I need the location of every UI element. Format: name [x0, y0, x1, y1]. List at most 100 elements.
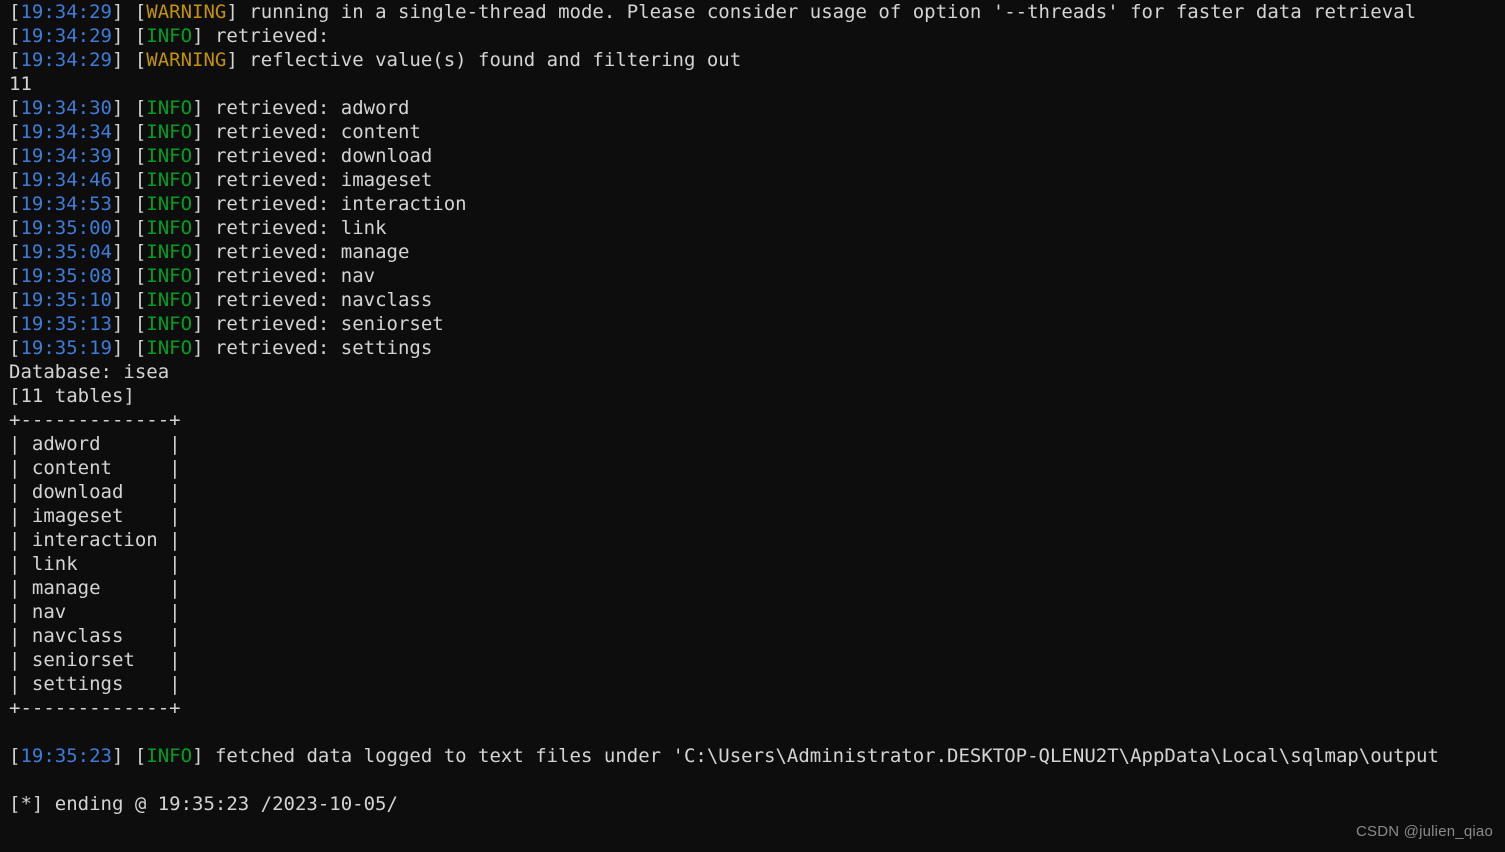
bracket-close-2: ]	[192, 193, 215, 215]
log-line: [19:35:19] [INFO] retrieved: settings	[0, 336, 1505, 360]
bracket-close-2: ]	[192, 25, 215, 47]
output-line: [*] ending @ 19:35:23 /2023-10-05/	[0, 792, 1505, 816]
log-timestamp: 19:35:23	[20, 745, 112, 767]
output-text: Database: isea	[9, 361, 170, 383]
bracket-close: ] [	[111, 241, 147, 263]
log-message: retrieved: manage	[214, 241, 410, 263]
bracket-close: ] [	[111, 313, 147, 335]
output-text: 11	[9, 73, 32, 95]
log-message: retrieved: navclass	[214, 289, 433, 311]
log-line: [19:35:10] [INFO] retrieved: navclass	[0, 288, 1505, 312]
log-level: INFO	[146, 313, 193, 335]
bracket-open: [	[9, 169, 21, 191]
log-level: INFO	[146, 145, 193, 167]
output-line: | nav |	[0, 600, 1505, 624]
log-level: WARNING	[146, 1, 227, 23]
log-line: [19:35:13] [INFO] retrieved: seniorset	[0, 312, 1505, 336]
output-text: +-------------+	[9, 409, 181, 431]
log-message: retrieved: link	[214, 217, 387, 239]
log-level: INFO	[146, 169, 193, 191]
log-timestamp: 19:35:19	[20, 337, 112, 359]
log-line: [19:35:00] [INFO] retrieved: link	[0, 216, 1505, 240]
log-message: fetched data logged to text files under …	[214, 745, 1439, 767]
log-timestamp: 19:35:13	[20, 313, 112, 335]
terminal-output[interactable]: [19:34:29] [WARNING] running in a single…	[0, 0, 1505, 852]
bracket-open: [	[9, 265, 21, 287]
output-line: | adword |	[0, 432, 1505, 456]
bracket-close: ] [	[111, 97, 147, 119]
bracket-close: ] [	[111, 217, 147, 239]
bracket-open: [	[9, 241, 21, 263]
log-line: [19:34:53] [INFO] retrieved: interaction	[0, 192, 1505, 216]
log-line: [19:35:08] [INFO] retrieved: nav	[0, 264, 1505, 288]
output-line: Database: isea	[0, 360, 1505, 384]
output-line: | interaction |	[0, 528, 1505, 552]
bracket-open: [	[9, 289, 21, 311]
output-text: | nav |	[9, 601, 181, 623]
log-timestamp: 19:34:34	[20, 121, 112, 143]
output-line: | content |	[0, 456, 1505, 480]
bracket-open: [	[9, 217, 21, 239]
log-message: retrieved: content	[214, 121, 421, 143]
output-line: +-------------+	[0, 696, 1505, 720]
bracket-close: ] [	[111, 289, 147, 311]
log-line: [19:34:34] [INFO] retrieved: content	[0, 120, 1505, 144]
bracket-open: [	[9, 145, 21, 167]
bracket-open: [	[9, 121, 21, 143]
log-message: reflective value(s) found and filtering …	[249, 49, 742, 71]
bracket-open: [	[9, 745, 21, 767]
output-line: | manage |	[0, 576, 1505, 600]
log-message: retrieved:	[214, 25, 330, 47]
csdn-watermark: CSDN @julien_qiao	[1355, 823, 1493, 840]
log-line: [19:34:46] [INFO] retrieved: imageset	[0, 168, 1505, 192]
bracket-close: ] [	[111, 121, 147, 143]
log-line: [19:35:04] [INFO] retrieved: manage	[0, 240, 1505, 264]
output-line: | imageset |	[0, 504, 1505, 528]
log-level: INFO	[146, 25, 193, 47]
output-text: | link |	[9, 553, 181, 575]
output-line: [11 tables]	[0, 384, 1505, 408]
bracket-close-2: ]	[192, 145, 215, 167]
bracket-close-2: ]	[192, 97, 215, 119]
output-text: [11 tables]	[9, 385, 135, 407]
log-timestamp: 19:34:29	[20, 25, 112, 47]
output-text: | imageset |	[9, 505, 181, 527]
bracket-close: ] [	[111, 25, 147, 47]
bracket-close: ] [	[111, 337, 147, 359]
log-level: INFO	[146, 217, 193, 239]
log-line: [19:35:23] [INFO] fetched data logged to…	[0, 744, 1505, 768]
output-text: | interaction |	[9, 529, 181, 551]
bracket-close-2: ]	[192, 289, 215, 311]
log-line: [19:34:39] [INFO] retrieved: download	[0, 144, 1505, 168]
output-line: 11	[0, 72, 1505, 96]
output-line: | navclass |	[0, 624, 1505, 648]
log-timestamp: 19:35:00	[20, 217, 112, 239]
bracket-open: [	[9, 193, 21, 215]
log-line: [19:34:29] [INFO] retrieved:	[0, 24, 1505, 48]
log-timestamp: 19:34:29	[20, 1, 112, 23]
log-message: retrieved: download	[214, 145, 433, 167]
log-message: retrieved: settings	[214, 337, 433, 359]
log-level: INFO	[146, 193, 193, 215]
bracket-open: [	[9, 25, 21, 47]
output-text: +-------------+	[9, 697, 181, 719]
bracket-close: ] [	[111, 169, 147, 191]
log-level: WARNING	[146, 49, 227, 71]
bracket-close-2: ]	[192, 265, 215, 287]
output-text: | settings |	[9, 673, 181, 695]
log-timestamp: 19:34:30	[20, 97, 112, 119]
log-timestamp: 19:34:46	[20, 169, 112, 191]
log-timestamp: 19:34:39	[20, 145, 112, 167]
log-level: INFO	[146, 121, 193, 143]
bracket-open: [	[9, 1, 21, 23]
bracket-close-2: ]	[192, 745, 215, 767]
log-line: [19:34:29] [WARNING] running in a single…	[0, 0, 1505, 24]
bracket-open: [	[9, 49, 21, 71]
log-message: retrieved: seniorset	[214, 313, 444, 335]
bracket-close-2: ]	[226, 49, 250, 71]
log-message: retrieved: interaction	[214, 193, 467, 215]
bracket-close: ] [	[111, 193, 147, 215]
bracket-close-2: ]	[192, 337, 215, 359]
